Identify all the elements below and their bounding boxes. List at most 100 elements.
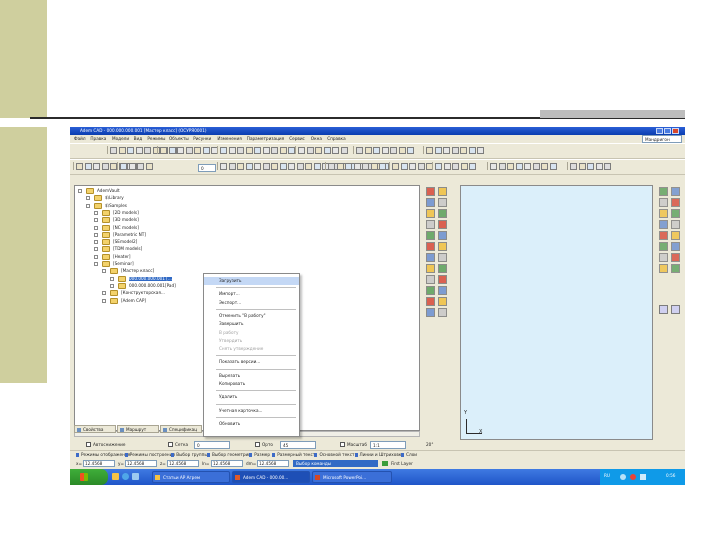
toolbar-icon-r1-39[interactable] bbox=[443, 147, 450, 154]
right-tool-icon[interactable] bbox=[659, 198, 668, 207]
right-tool-icon[interactable] bbox=[659, 264, 668, 273]
toolbar-icon-r1-10[interactable] bbox=[177, 147, 184, 154]
quicklaunch-folder-icon[interactable] bbox=[112, 473, 119, 480]
menu-item-4[interactable]: Режимы bbox=[147, 136, 165, 141]
ortho-checkbox[interactable] bbox=[255, 442, 260, 447]
vertical-tool-icon[interactable] bbox=[438, 275, 447, 284]
menu-item-2[interactable]: Модели bbox=[112, 136, 129, 141]
tree-expander[interactable] bbox=[102, 298, 106, 303]
mode-tab-2[interactable]: Выбор группы bbox=[176, 452, 207, 457]
toolbar-icon-r2-4[interactable] bbox=[110, 163, 117, 170]
security-icon[interactable] bbox=[630, 474, 636, 480]
vertical-tool-icon[interactable] bbox=[426, 187, 435, 196]
vertical-tool-icon[interactable] bbox=[438, 297, 447, 306]
task-powerpoint[interactable]: Microsoft PowerPoi... bbox=[312, 471, 392, 483]
toolbar-icon-r2-55[interactable] bbox=[532, 163, 540, 170]
toolbar-icon-r1-27[interactable] bbox=[323, 147, 331, 154]
mode-tab-4[interactable]: Размер bbox=[254, 452, 270, 457]
toolbar-icon-r1-36[interactable] bbox=[407, 147, 414, 154]
right-tool-icon[interactable] bbox=[671, 198, 680, 207]
vertical-tool-icon[interactable] bbox=[426, 198, 435, 207]
toolbar-icon-r2-22[interactable] bbox=[305, 163, 312, 170]
toolbar-icon-r2-21[interactable] bbox=[296, 163, 304, 170]
menu-item-8[interactable]: Параметризация bbox=[247, 136, 284, 141]
toolbar-icon-r2-53[interactable] bbox=[515, 163, 523, 170]
right-tool-icon[interactable] bbox=[659, 253, 668, 262]
toolbar-icon-r1-3[interactable] bbox=[135, 147, 143, 154]
tree-item[interactable]: [Heater] bbox=[94, 253, 294, 261]
tree-expander[interactable] bbox=[102, 291, 106, 296]
toolbar-icon-r1-37[interactable] bbox=[426, 147, 433, 154]
context-menu-item[interactable]: Загрузить bbox=[204, 277, 299, 285]
tree-expander[interactable] bbox=[94, 247, 98, 252]
z-coordinate[interactable]: 12.4568 bbox=[167, 460, 199, 467]
auto-checkbox[interactable] bbox=[86, 442, 91, 447]
toolbar-icon-r1-15[interactable] bbox=[220, 147, 227, 154]
toolbar-icon-r2-8[interactable] bbox=[120, 163, 127, 170]
vertical-tool-icon[interactable] bbox=[438, 220, 447, 229]
vertical-tool-icon[interactable] bbox=[438, 286, 447, 295]
command-field[interactable]: Выбор команды bbox=[293, 460, 378, 467]
toolbar-icon-r2-46[interactable] bbox=[443, 163, 451, 170]
menu-item-9[interactable]: Сервис bbox=[289, 136, 305, 141]
toolbar-icon-r2-15[interactable] bbox=[245, 163, 253, 170]
toolbar-icon-r1-19[interactable] bbox=[254, 147, 261, 154]
toolbar-icon-r1-30[interactable] bbox=[356, 147, 363, 154]
toolbar-icon-r1-0[interactable] bbox=[110, 147, 117, 154]
toolbar-icon-r1-12[interactable] bbox=[194, 147, 201, 154]
tree-item[interactable]: [Parametric NT] bbox=[94, 231, 294, 239]
toolbar-icon-r2-20[interactable] bbox=[288, 163, 295, 170]
toolbar-icon-r1-28[interactable] bbox=[332, 147, 339, 154]
vertical-tool-icon[interactable] bbox=[426, 209, 435, 218]
vertical-tool-icon[interactable] bbox=[426, 253, 435, 262]
toolbar-icon-r1-31[interactable] bbox=[364, 147, 372, 154]
toolbar-icon-r1-33[interactable] bbox=[381, 147, 389, 154]
toolbar-icon-r2-42[interactable] bbox=[417, 163, 425, 170]
toolbar-icon-r1-26[interactable] bbox=[315, 147, 322, 154]
toolbar-icon-r2-19[interactable] bbox=[279, 163, 287, 170]
toolbar-icon-r2-51[interactable] bbox=[498, 163, 506, 170]
toolbar-icon-r2-39[interactable] bbox=[392, 163, 399, 170]
tree-expander[interactable] bbox=[110, 276, 114, 281]
toolbar-icon-r1-2[interactable] bbox=[127, 147, 134, 154]
vertical-tool-icon[interactable] bbox=[438, 264, 447, 273]
vertical-tool-icon[interactable] bbox=[426, 286, 435, 295]
tree-expander[interactable] bbox=[94, 240, 98, 245]
toolbar-icon-r2-58[interactable] bbox=[570, 163, 577, 170]
toolbar-icon-r2-10[interactable] bbox=[137, 163, 144, 170]
toolbar-icon-r2-0[interactable] bbox=[76, 163, 83, 170]
minimize-button[interactable] bbox=[656, 128, 663, 134]
toolbar-icon-r1-5[interactable] bbox=[152, 147, 160, 154]
grid-select[interactable]: 0 bbox=[194, 441, 230, 449]
vertical-tool-icon[interactable] bbox=[426, 231, 435, 240]
toolbar-icon-r1-43[interactable] bbox=[477, 147, 484, 154]
toolbar-icon-r2-48[interactable] bbox=[460, 163, 468, 170]
menu-item-0[interactable]: Файл bbox=[74, 136, 86, 141]
scale-select[interactable]: 1:1 bbox=[370, 441, 406, 449]
menu-item-10[interactable]: Окна bbox=[311, 136, 322, 141]
mode-tab-1[interactable]: Режимы построения bbox=[130, 452, 175, 457]
tree-item[interactable]: $\Library bbox=[86, 195, 286, 202]
context-menu-item[interactable]: Удалить bbox=[204, 393, 299, 401]
toolbar-icon-r2-23[interactable] bbox=[313, 163, 321, 170]
context-menu-item[interactable]: Экспорт... bbox=[204, 299, 299, 307]
scale-checkbox[interactable] bbox=[340, 442, 345, 447]
toolbar-icon-r1-23[interactable] bbox=[288, 147, 295, 154]
vertical-tool-icon[interactable] bbox=[426, 242, 435, 251]
toolbar-icon-r1-41[interactable] bbox=[460, 147, 467, 154]
menu-item-5[interactable]: Объекты bbox=[169, 136, 189, 141]
context-menu-item[interactable]: Отменить "В работу" bbox=[204, 312, 299, 320]
toolbar-icon-r1-11[interactable] bbox=[185, 147, 193, 154]
context-menu-item[interactable]: Импорт... bbox=[204, 290, 299, 298]
toolbar-icon-r2-56[interactable] bbox=[541, 163, 548, 170]
tree-expander[interactable] bbox=[94, 262, 98, 266]
tree-item[interactable]: [TDM models] bbox=[94, 246, 294, 253]
toolbar-icon-r2-16[interactable] bbox=[254, 163, 261, 170]
toolbar-icon-r2-50[interactable] bbox=[490, 163, 497, 170]
layer-select[interactable]: 0 bbox=[198, 164, 216, 172]
mode-tab-6[interactable]: Основной текст bbox=[319, 452, 354, 457]
start-button[interactable] bbox=[70, 469, 108, 485]
toolbar-icon-r1-40[interactable] bbox=[451, 147, 459, 154]
volume-icon[interactable] bbox=[640, 474, 646, 480]
right-tool-icon[interactable] bbox=[671, 209, 680, 218]
